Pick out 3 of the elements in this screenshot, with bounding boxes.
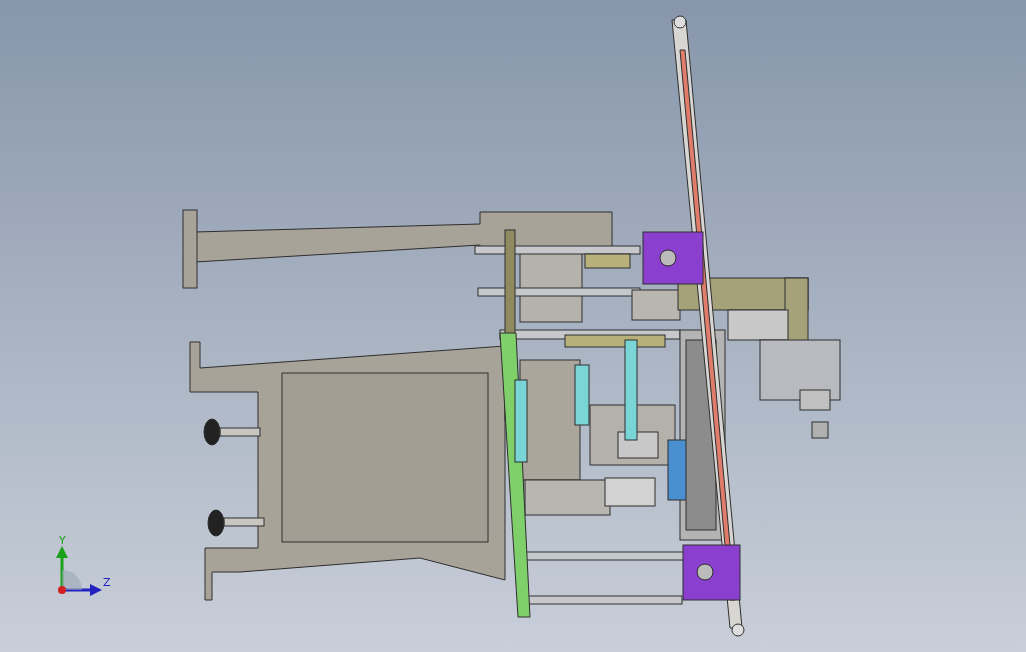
axis-triad-drawing	[56, 546, 102, 596]
y-axis-label: Y	[59, 534, 66, 547]
z-axis-label: Z	[103, 576, 111, 589]
